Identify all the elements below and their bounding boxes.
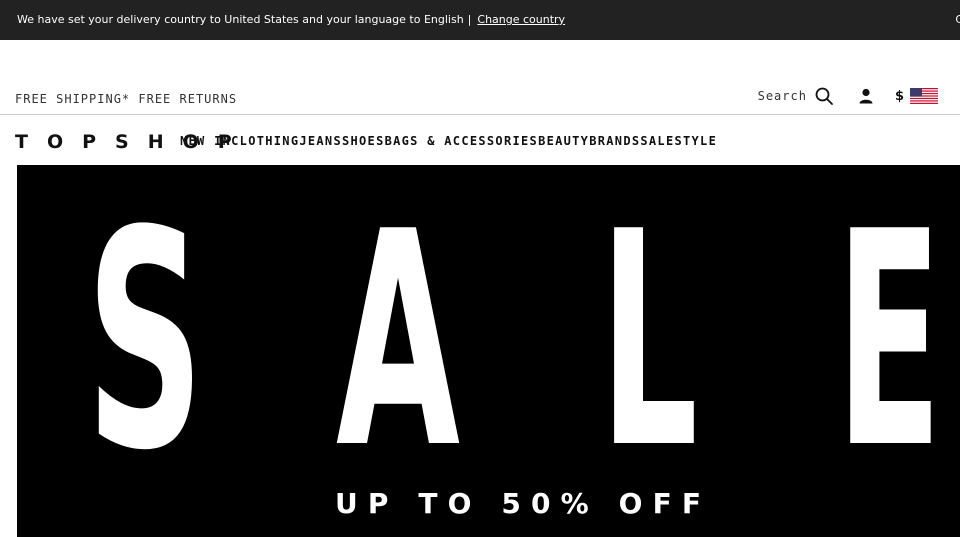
utility-actions: Search $ <box>758 87 938 105</box>
nav-item-clothing[interactable]: CLOTHING <box>231 134 299 148</box>
delivery-notice-bar: We have set your delivery country to Uni… <box>0 0 960 40</box>
main-navigation: NEW IN CLOTHING JEANS SHOES BAGS & ACCES… <box>180 134 717 148</box>
free-shipping-banner: FREE SHIPPING* FREE RETURNS <box>15 92 238 106</box>
currency-symbol: $ <box>894 88 904 104</box>
account-icon[interactable] <box>859 88 873 104</box>
search-button[interactable]: Search <box>758 87 833 105</box>
sale-subtitle-layer: UP TO 50% OFF <box>335 487 701 520</box>
notice-separator: | <box>467 13 472 26</box>
nav-item-bags-accessories[interactable]: BAGS & ACCESSORIES <box>385 134 538 148</box>
nav-item-style[interactable]: STYLE <box>674 134 717 148</box>
nav-item-sale[interactable]: SALE <box>640 134 674 148</box>
nav-item-shoes[interactable]: SHOES <box>342 134 385 148</box>
currency-selector[interactable]: $ <box>895 88 938 104</box>
nav-item-brands[interactable]: BRANDS <box>589 134 640 148</box>
notice-message: We have set your delivery country to Uni… <box>17 13 464 26</box>
sale-subtitle: UP TO 50% OFF <box>335 487 701 520</box>
sale-hero-banner[interactable]: S A L E UP TO 50% OFF <box>17 165 960 537</box>
notice-close-button[interactable]: C <box>955 0 960 40</box>
search-label: Search <box>757 89 807 103</box>
nav-item-beauty[interactable]: BEAUTY <box>538 134 589 148</box>
utility-header: FREE SHIPPING* FREE RETURNS Search $ <box>0 40 960 115</box>
nav-item-new-in[interactable]: NEW IN <box>180 134 231 148</box>
change-country-link[interactable]: Change country <box>477 13 565 26</box>
nav-item-jeans[interactable]: JEANS <box>299 134 342 148</box>
us-flag-icon <box>910 88 938 104</box>
search-icon <box>815 87 833 105</box>
